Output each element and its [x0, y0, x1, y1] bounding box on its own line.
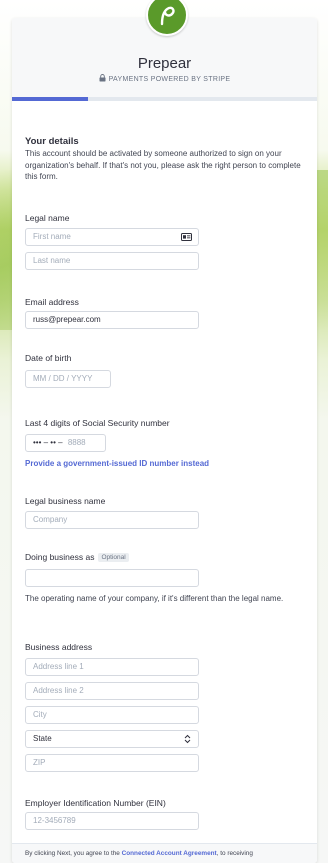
address-line2-input[interactable]: Address line 2 [25, 682, 199, 700]
address-line1-input[interactable]: Address line 1 [25, 658, 199, 676]
dba-input[interactable] [25, 569, 199, 587]
dba-help: The operating name of your company, if i… [25, 594, 284, 603]
connected-account-agreement-link[interactable]: Connected Account Agreement [122, 850, 217, 857]
city-placeholder: City [33, 710, 47, 719]
business-name-label: Legal business name [25, 496, 106, 506]
city-input[interactable]: City [25, 706, 199, 724]
ein-input[interactable]: 12-3456789 [25, 812, 199, 830]
state-selected: State [33, 734, 52, 743]
section-description: This account should be activated by some… [25, 149, 301, 181]
legal-name-label: Legal name [25, 213, 70, 223]
business-name-input[interactable]: Company [25, 511, 199, 529]
zip-input[interactable]: ZIP [25, 754, 199, 772]
government-id-link[interactable]: Provide a government-issued ID number in… [25, 459, 209, 468]
ssn-masked-prefix: ••• – •• – [33, 438, 63, 447]
brand-name: Prepear [137, 55, 192, 72]
address-line1-placeholder: Address line 1 [33, 662, 84, 671]
progress-bar [12, 97, 317, 101]
section-title: Your details [25, 136, 79, 147]
email-label: Email address [25, 297, 79, 307]
dob-input[interactable]: MM / DD / YYYY [25, 370, 111, 388]
state-select[interactable]: State [25, 730, 199, 748]
powered-by-text: PAYMENTS POWERED BY STRIPE [108, 76, 231, 83]
email-value: russ@prepear.com [33, 315, 101, 324]
pear-logo-icon [160, 6, 175, 26]
dba-label-text: Doing business as [25, 552, 95, 562]
optional-badge: Optional [98, 553, 129, 562]
terms-suffix: , to receiving [216, 850, 253, 857]
email-input[interactable]: russ@prepear.com [25, 311, 199, 329]
terms-text: By clicking Next, you agree to the Conne… [25, 850, 253, 857]
dob-placeholder: MM / DD / YYYY [33, 374, 93, 383]
first-name-placeholder: First name [33, 232, 71, 241]
chevron-up-down-icon [184, 734, 191, 744]
first-name-input[interactable]: First name [25, 228, 199, 246]
zip-placeholder: ZIP [33, 758, 46, 767]
lock-icon [99, 74, 106, 82]
dob-label: Date of birth [25, 353, 72, 363]
dba-label: Doing business as Optional [25, 552, 129, 562]
ein-label: Employer Identification Number (EIN) [25, 798, 166, 808]
powered-by: PAYMENTS POWERED BY STRIPE [12, 74, 317, 83]
progress-fill [12, 97, 89, 101]
business-name-placeholder: Company [33, 515, 68, 524]
ein-placeholder: 12-3456789 [33, 816, 76, 825]
id-card-icon [181, 233, 192, 241]
last-name-input[interactable]: Last name [25, 252, 199, 270]
card-footer: By clicking Next, you agree to the Conne… [12, 843, 317, 863]
onboarding-card: Prepear PAYMENTS POWERED BY STRIPE Your … [12, 18, 317, 863]
address-line2-placeholder: Address line 2 [33, 686, 84, 695]
ssn-input[interactable]: ••• – •• – 8888 [25, 434, 106, 452]
address-label: Business address [25, 642, 93, 652]
last-name-placeholder: Last name [33, 256, 71, 265]
ssn-placeholder: 8888 [67, 438, 86, 447]
ssn-label: Last 4 digits of Social Security number [25, 418, 170, 428]
terms-prefix: By clicking Next, you agree to the [25, 850, 122, 857]
